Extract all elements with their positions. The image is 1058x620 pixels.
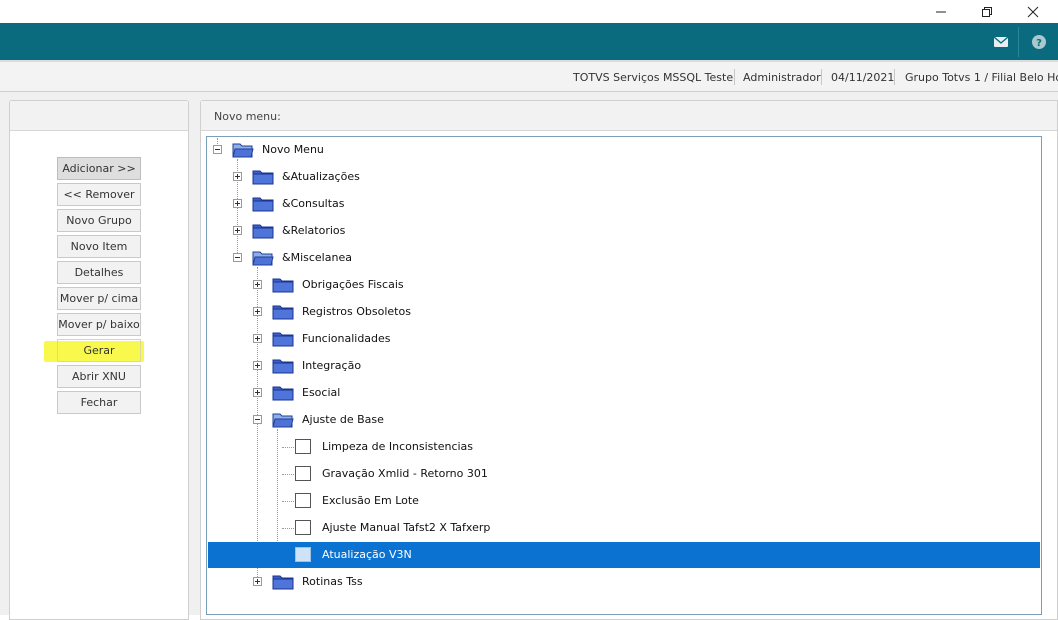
tree-node-label: Registros Obsoletos <box>302 305 411 318</box>
move-down-button[interactable]: Mover p/ baixo <box>57 313 141 336</box>
move-up-button[interactable]: Mover p/ cima <box>57 287 141 310</box>
expand-icon[interactable] <box>253 307 262 316</box>
tree-node-label: Ajuste Manual Tafst2 X Tafxerp <box>322 521 491 534</box>
minimize-icon <box>936 11 946 13</box>
close-form-button[interactable]: Fechar <box>57 391 141 414</box>
generate-button[interactable]: Gerar <box>57 339 141 362</box>
folder-icon <box>252 170 274 185</box>
app-header: ? <box>0 23 1058 60</box>
tree-node-funcionalidades[interactable]: Funcionalidades <box>208 326 1040 352</box>
tree-node-label: Gravação Xmlid - Retorno 301 <box>322 467 488 480</box>
folder-open-icon <box>252 251 274 266</box>
info-separator <box>734 69 735 85</box>
folder-icon <box>272 359 294 374</box>
tree-node-label: Ajuste de Base <box>302 413 384 426</box>
expand-icon[interactable] <box>253 388 262 397</box>
info-separator <box>821 69 822 85</box>
document-icon <box>295 493 311 508</box>
tree-node-relatorios[interactable]: &Relatorios <box>208 218 1040 244</box>
collapse-icon[interactable] <box>233 253 242 262</box>
window-title-bar <box>0 0 1058 23</box>
tree-node-label: Funcionalidades <box>302 332 391 345</box>
mail-button[interactable] <box>986 28 1016 56</box>
tree-node-esocial[interactable]: Esocial <box>208 380 1040 406</box>
details-button[interactable]: Detalhes <box>57 261 141 284</box>
actions-panel-header <box>10 101 188 131</box>
tree-node-gravacao[interactable]: Gravação Xmlid - Retorno 301 <box>208 461 1040 487</box>
minimize-button[interactable] <box>918 0 964 23</box>
tree-node-label: Esocial <box>302 386 341 399</box>
expand-icon[interactable] <box>253 280 262 289</box>
tree-node-rotinas-tss[interactable]: Rotinas Tss <box>208 569 1040 595</box>
folder-open-icon <box>272 413 294 428</box>
tree-node-miscelanea[interactable]: &Miscelanea <box>208 245 1040 271</box>
expand-icon[interactable] <box>253 361 262 370</box>
tree-node-label: &Relatorios <box>282 224 346 237</box>
menu-panel-header: Novo menu: <box>201 101 1057 131</box>
close-icon <box>1027 6 1039 18</box>
help-icon: ? <box>1032 35 1046 49</box>
tree-node-label: Obrigações Fiscais <box>302 278 404 291</box>
folder-open-icon <box>232 143 254 158</box>
expand-icon[interactable] <box>253 577 262 586</box>
environment-label: TOTVS Serviços MSSQL Teste <box>573 71 734 84</box>
new-item-button[interactable]: Novo Item <box>57 235 141 258</box>
tree-node-ajuste-manual[interactable]: Ajuste Manual Tafst2 X Tafxerp <box>208 515 1040 541</box>
tree-node-consultas[interactable]: &Consultas <box>208 191 1040 217</box>
svg-text:?: ? <box>1036 38 1042 49</box>
tree-node-label: Integração <box>302 359 362 372</box>
tree-node-integracao[interactable]: Integração <box>208 353 1040 379</box>
new-group-button[interactable]: Novo Grupo <box>57 209 141 232</box>
user-label: Administrador <box>743 71 821 84</box>
open-xnu-button[interactable]: Abrir XNU <box>57 365 141 388</box>
info-separator <box>894 69 895 85</box>
folder-icon <box>272 278 294 293</box>
add-button[interactable]: Adicionar >> <box>57 157 141 180</box>
tree-node-exclusao[interactable]: Exclusão Em Lote <box>208 488 1040 514</box>
mail-icon <box>993 36 1009 47</box>
folder-icon <box>272 386 294 401</box>
tree-node-root[interactable]: Novo Menu <box>208 137 1040 163</box>
tree-node-label: Exclusão Em Lote <box>322 494 419 507</box>
document-icon <box>295 466 311 481</box>
expand-icon[interactable] <box>233 172 242 181</box>
tree-node-label: &Atualizações <box>282 170 360 183</box>
expand-icon[interactable] <box>233 226 242 235</box>
collapse-icon[interactable] <box>213 145 222 154</box>
restore-button[interactable] <box>964 0 1010 23</box>
tree-node-label: Rotinas Tss <box>302 575 363 588</box>
header-separator <box>1018 27 1019 57</box>
date-label: 04/11/2021 <box>831 71 895 84</box>
branch-label: Grupo Totvs 1 / Filial Belo Hor <box>905 71 1058 84</box>
tree-node-label: &Consultas <box>282 197 345 210</box>
tree-node-atualizacoes[interactable]: &Atualizações <box>208 164 1040 190</box>
folder-icon <box>272 305 294 320</box>
tree-node-obrigacoes-fiscais[interactable]: Obrigações Fiscais <box>208 272 1040 298</box>
collapse-icon[interactable] <box>253 415 262 424</box>
tree-node-label: &Miscelanea <box>282 251 352 264</box>
tree-node-label: Atualização V3N <box>322 548 412 561</box>
tree-node-label: Limpeza de Inconsistencias <box>322 440 474 453</box>
document-icon <box>295 520 311 535</box>
close-button[interactable] <box>1010 0 1056 23</box>
tree-node-registros-obsoletos[interactable]: Registros Obsoletos <box>208 299 1040 325</box>
tree-node-ajuste-de-base[interactable]: Ajuste de Base <box>208 407 1040 433</box>
document-icon <box>295 547 311 562</box>
folder-icon <box>252 197 274 212</box>
menu-panel-title: Novo menu: <box>214 110 281 123</box>
tree-node-atualizacao-v3n-selected[interactable]: Atualização V3N <box>208 542 1040 568</box>
remove-button[interactable]: << Remover <box>57 183 141 206</box>
folder-icon <box>272 332 294 347</box>
expand-icon[interactable] <box>253 334 262 343</box>
folder-icon <box>252 224 274 239</box>
tree-node-label: Novo Menu <box>262 143 324 156</box>
tree-node-limpeza[interactable]: Limpeza de Inconsistencias <box>208 434 1040 460</box>
document-icon <box>295 439 311 454</box>
folder-icon <box>272 575 294 590</box>
expand-icon[interactable] <box>233 199 242 208</box>
session-info-bar: TOTVS Serviços MSSQL Teste Administrador… <box>0 60 1058 92</box>
restore-icon <box>982 7 992 17</box>
help-button[interactable]: ? <box>1024 28 1054 56</box>
